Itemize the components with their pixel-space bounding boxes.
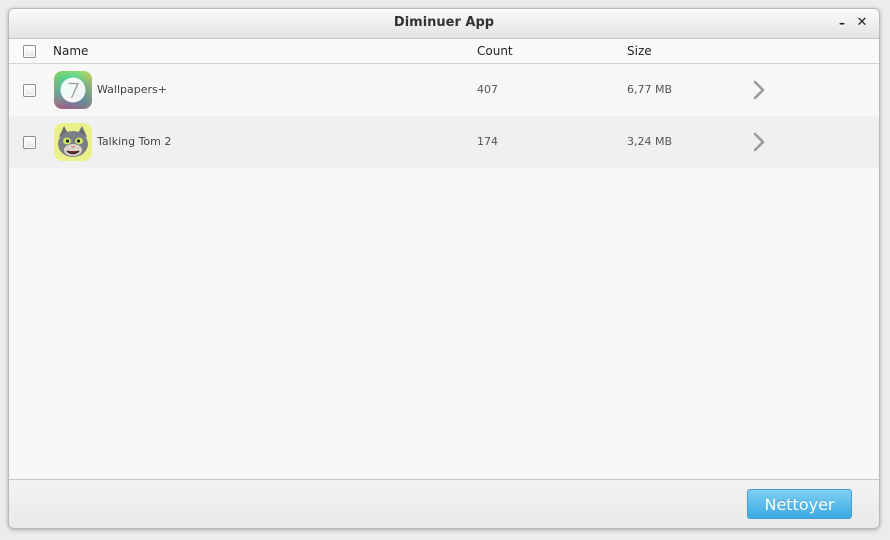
table-row[interactable]: Wallpapers+ 407 6,77 MB	[9, 64, 879, 116]
column-header-count[interactable]: Count	[477, 39, 513, 63]
table-header: Name Count Size	[9, 39, 879, 64]
row-checkbox[interactable]	[23, 136, 36, 149]
title-bar[interactable]: Diminuer App – ✕	[9, 9, 879, 39]
app-count: 174	[477, 135, 498, 148]
chevron-right-icon[interactable]	[752, 79, 766, 101]
app-window: Diminuer App – ✕ Name Count Size Wallpap…	[8, 8, 880, 529]
app-name: Talking Tom 2	[97, 135, 172, 148]
app-size: 3,24 MB	[627, 135, 673, 148]
chevron-right-icon[interactable]	[752, 131, 766, 153]
talking-tom-app-icon	[54, 123, 92, 161]
app-size: 6,77 MB	[627, 83, 673, 96]
column-header-name[interactable]: Name	[53, 39, 88, 63]
app-name: Wallpapers+	[97, 83, 167, 96]
row-checkbox[interactable]	[23, 84, 36, 97]
footer-bar: Nettoyer	[9, 479, 879, 528]
window-title: Diminuer App	[393, 15, 495, 30]
clean-button[interactable]: Nettoyer	[747, 489, 852, 519]
column-header-size[interactable]: Size	[627, 39, 652, 63]
close-button[interactable]: ✕	[855, 16, 869, 30]
app-count: 407	[477, 83, 498, 96]
wallpapers-app-icon	[54, 71, 92, 109]
select-all-checkbox[interactable]	[23, 45, 36, 58]
table-row[interactable]: Talking Tom 2 174 3,24 MB	[9, 116, 879, 168]
minimize-button[interactable]: –	[835, 16, 849, 30]
app-list: Wallpapers+ 407 6,77 MB Talking Tom 2 17…	[9, 64, 879, 168]
